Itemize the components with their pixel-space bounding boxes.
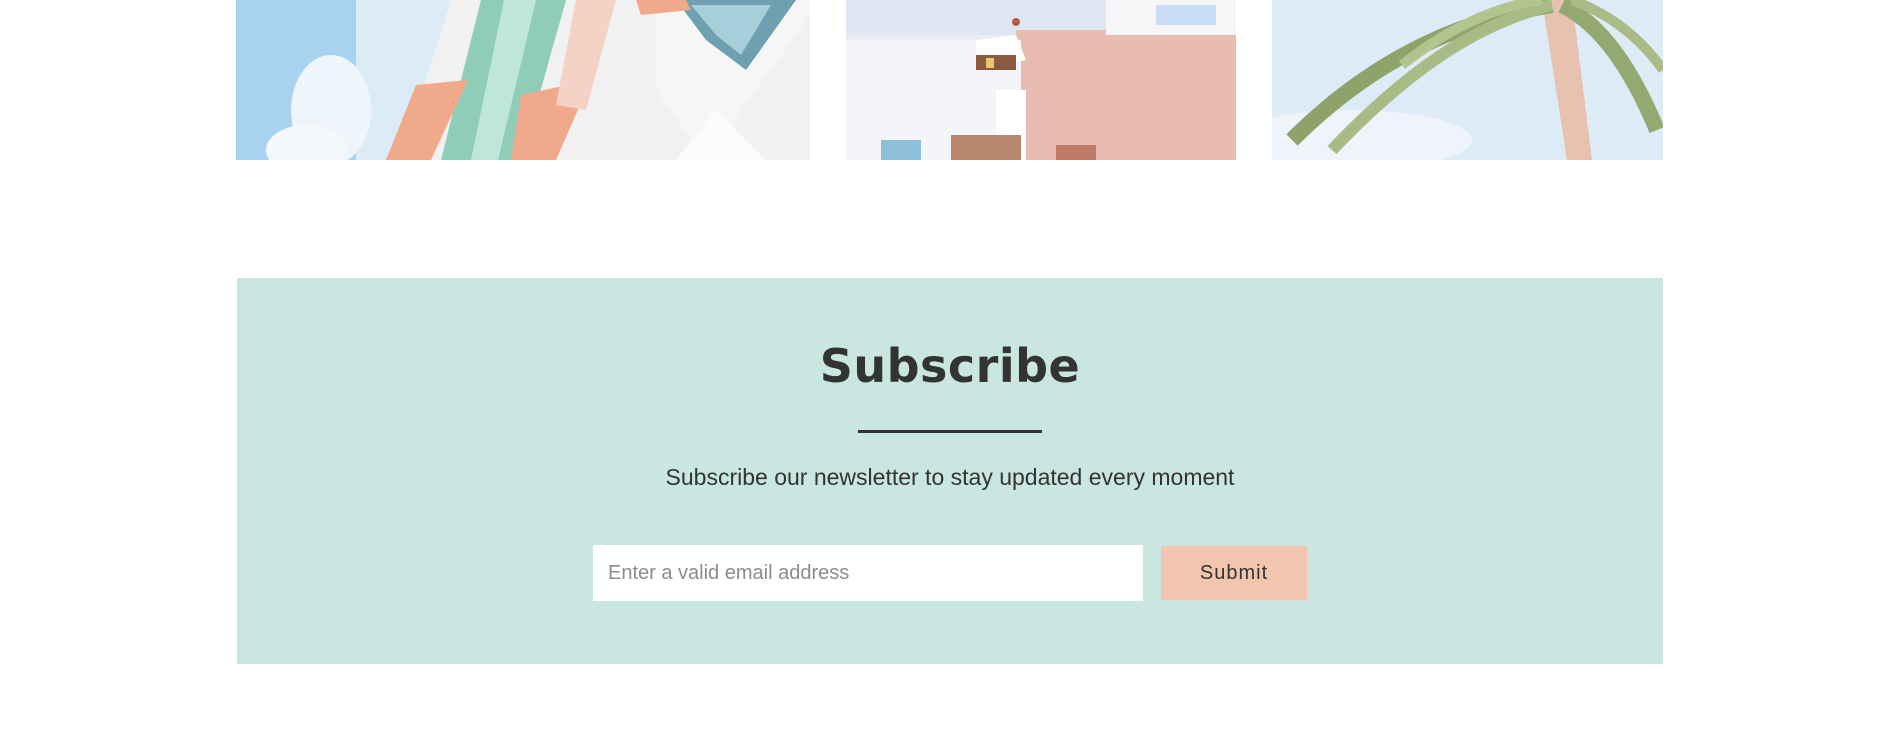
subscribe-section: Subscribe Subscribe our newsletter to st… bbox=[237, 278, 1663, 664]
building-photo bbox=[846, 0, 1236, 160]
gallery-image-building-pastel[interactable] bbox=[236, 0, 810, 160]
building-photo bbox=[236, 0, 810, 160]
page: Subscribe Subscribe our newsletter to st… bbox=[0, 0, 1899, 746]
subscribe-title: Subscribe bbox=[819, 339, 1081, 393]
submit-button[interactable]: Submit bbox=[1161, 546, 1307, 600]
gallery-image-palm-tree[interactable] bbox=[1272, 0, 1663, 160]
palm-tree-photo bbox=[1272, 0, 1663, 160]
title-divider bbox=[858, 430, 1042, 433]
gallery-image-building-pink[interactable] bbox=[846, 0, 1236, 160]
email-input[interactable] bbox=[593, 545, 1143, 601]
subscribe-description: Subscribe our newsletter to stay updated… bbox=[665, 464, 1235, 490]
